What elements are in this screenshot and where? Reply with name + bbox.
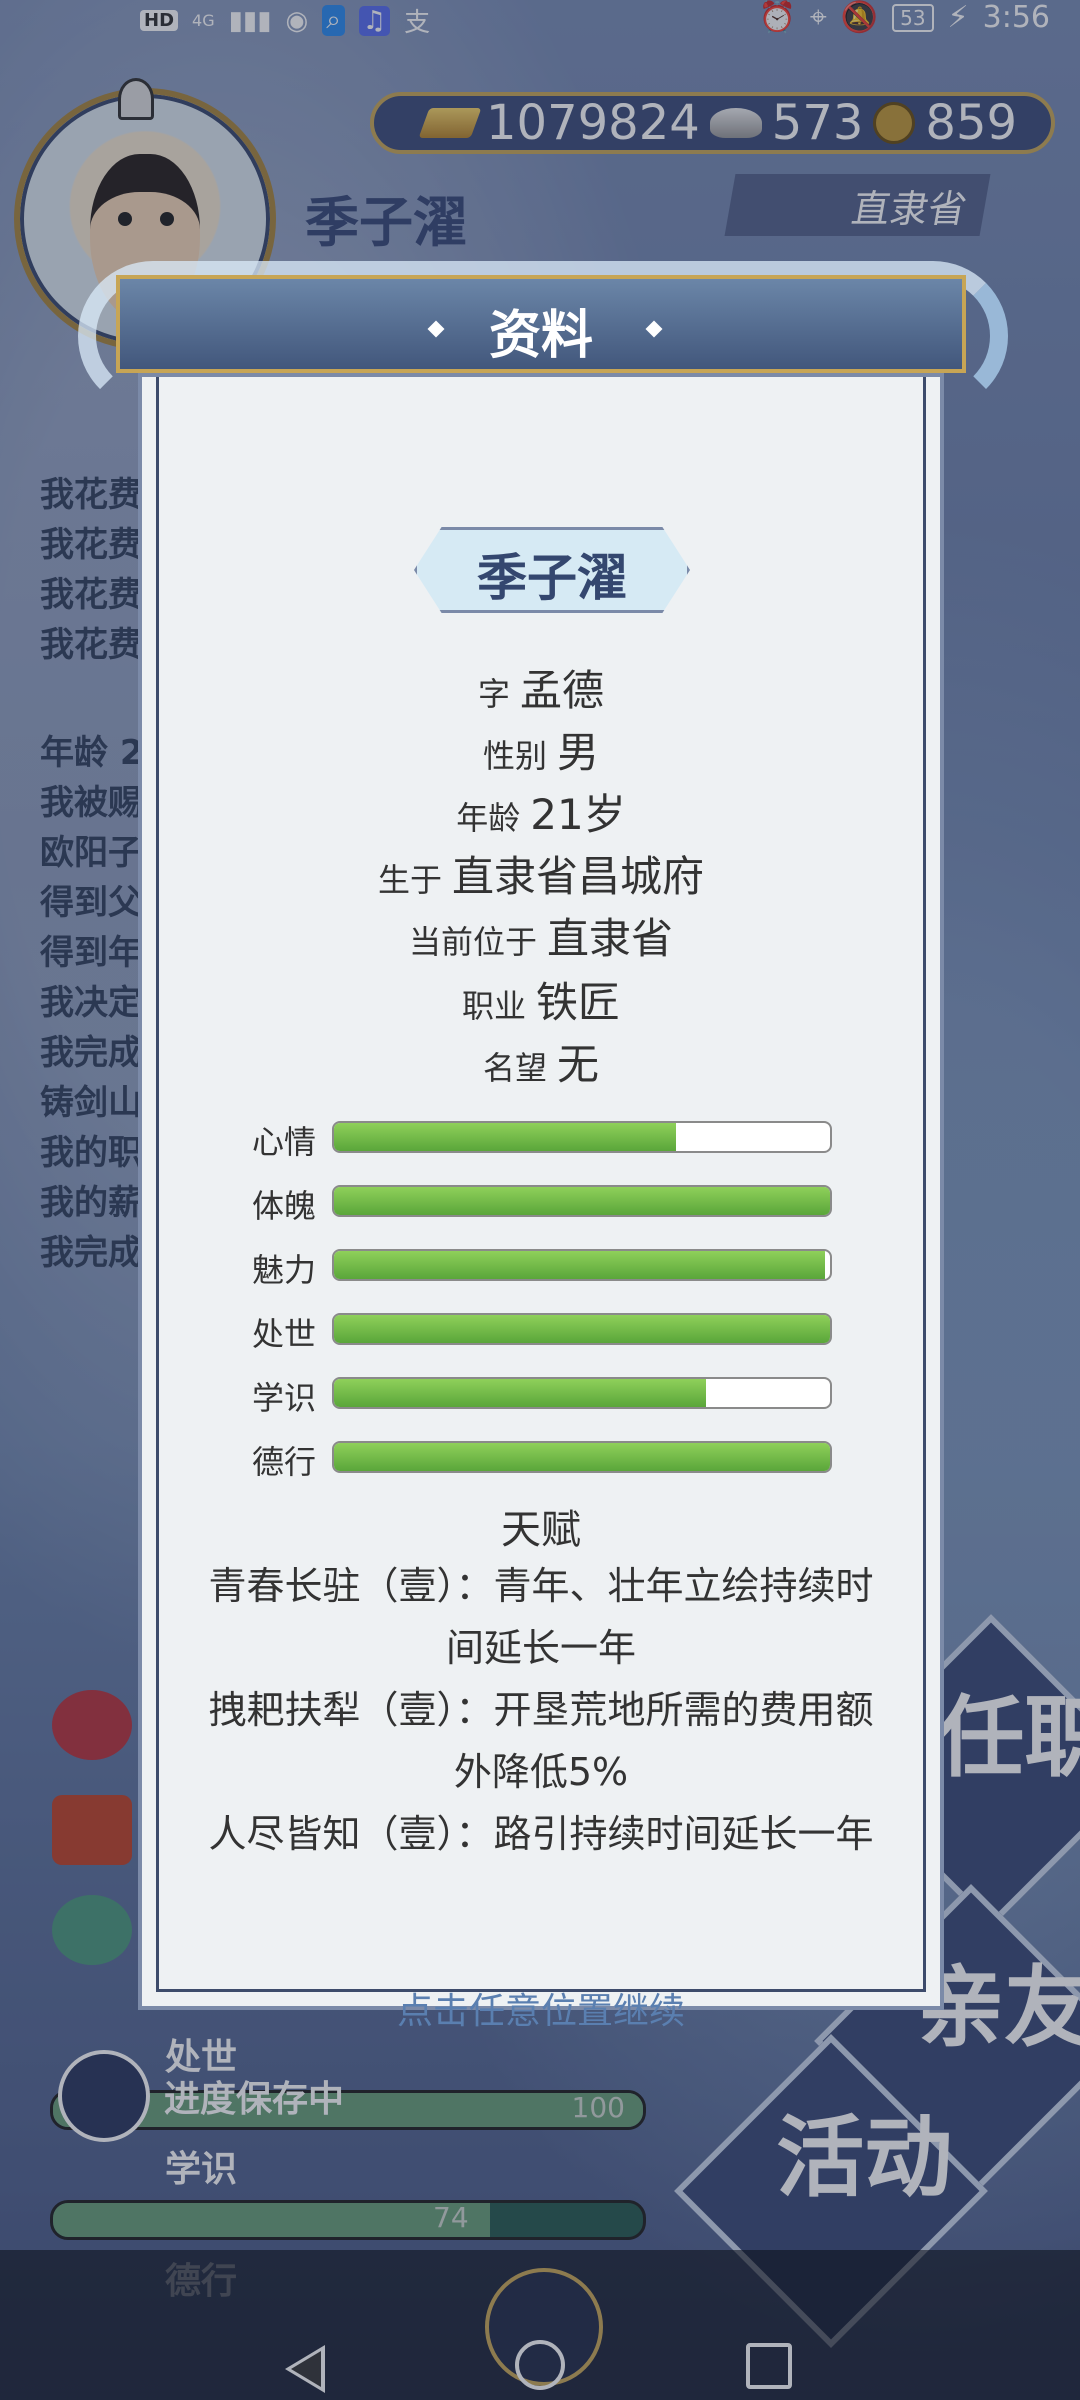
modal-header: 资料	[116, 275, 966, 373]
stat-fill	[334, 1251, 826, 1279]
modal-title: 资料	[488, 306, 593, 366]
stat-row-charm: 魅力	[252, 1245, 852, 1289]
stat-label: 体魄	[252, 1187, 317, 1225]
detail-occupation: 职业 铁匠	[142, 969, 940, 1030]
detail-current-location: 当前位于 直隶省	[142, 905, 940, 966]
profile-card: 季子濯 字孟德 性别男 年龄 21岁 生于 直隶省昌城府 当前位于 直隶省 职业 铁匠 …	[138, 373, 944, 2032]
profile-name: 季子濯	[477, 549, 627, 607]
detail-value: 直隶省	[547, 914, 674, 963]
detail-courtesy-name: 字孟德	[142, 657, 940, 718]
stat-label: 学识	[252, 1379, 317, 1417]
stat-row-knowledge: 学识	[252, 1373, 852, 1417]
detail-key: 年龄	[456, 799, 521, 837]
detail-key: 生于	[377, 861, 442, 899]
stat-track	[332, 1185, 832, 1217]
stat-label: 处世	[252, 1315, 317, 1353]
detail-age: 年龄 21岁	[142, 781, 940, 842]
detail-value: 直隶省昌城府	[452, 852, 705, 901]
talent-title: 天赋	[501, 1507, 581, 1553]
detail-value: 孟德	[520, 666, 605, 715]
detail-value: 铁匠	[536, 978, 621, 1027]
detail-key: 字	[477, 675, 510, 713]
talent-item: 拽耙扶犁（壹）：开垦荒地所需的费用额外降低5%	[208, 1688, 874, 1794]
stat-track	[332, 1377, 832, 1409]
detail-value: 男	[557, 728, 600, 777]
name-plate: 季子濯	[414, 527, 690, 613]
stat-track	[332, 1121, 832, 1153]
stat-track	[332, 1249, 832, 1281]
talent-item: 青春长驻（壹）：青年、壮年立绘持续时间延长一年	[208, 1564, 874, 1670]
stat-fill	[334, 1187, 830, 1215]
detail-key: 当前位于	[408, 923, 537, 961]
stat-track	[332, 1313, 832, 1345]
stat-label: 德行	[252, 1443, 317, 1481]
detail-key: 名望	[482, 1049, 547, 1087]
detail-key: 性别	[482, 737, 547, 775]
stat-fill	[334, 1315, 830, 1343]
detail-birthplace: 生于 直隶省昌城府	[142, 843, 940, 904]
stat-label: 心情	[252, 1123, 317, 1161]
stat-row-physique: 体魄	[252, 1181, 852, 1225]
detail-reputation: 名望无	[142, 1031, 940, 1092]
detail-key: 职业	[461, 987, 526, 1025]
stat-row-mood: 心情	[252, 1117, 852, 1161]
detail-value: 21岁	[530, 790, 626, 839]
stat-row-virtue: 德行	[252, 1437, 852, 1481]
talent-item: 人尽皆知（壹）：路引持续时间延长一年	[208, 1812, 874, 1856]
stat-track	[332, 1441, 832, 1473]
stat-fill	[334, 1443, 830, 1471]
detail-gender: 性别男	[142, 719, 940, 780]
detail-value: 无	[557, 1040, 600, 1089]
stat-fill	[334, 1123, 677, 1151]
continue-hint[interactable]: 点击任意位置继续	[142, 1982, 940, 2034]
stat-label: 魅力	[252, 1251, 317, 1289]
profile-modal[interactable]: 资料 季子濯 字孟德 性别男 年龄 21岁 生于 直隶省昌城府 当前位于 直隶省 职业…	[78, 261, 1008, 2032]
stat-fill	[334, 1379, 706, 1407]
stat-row-social: 处世	[252, 1309, 852, 1353]
